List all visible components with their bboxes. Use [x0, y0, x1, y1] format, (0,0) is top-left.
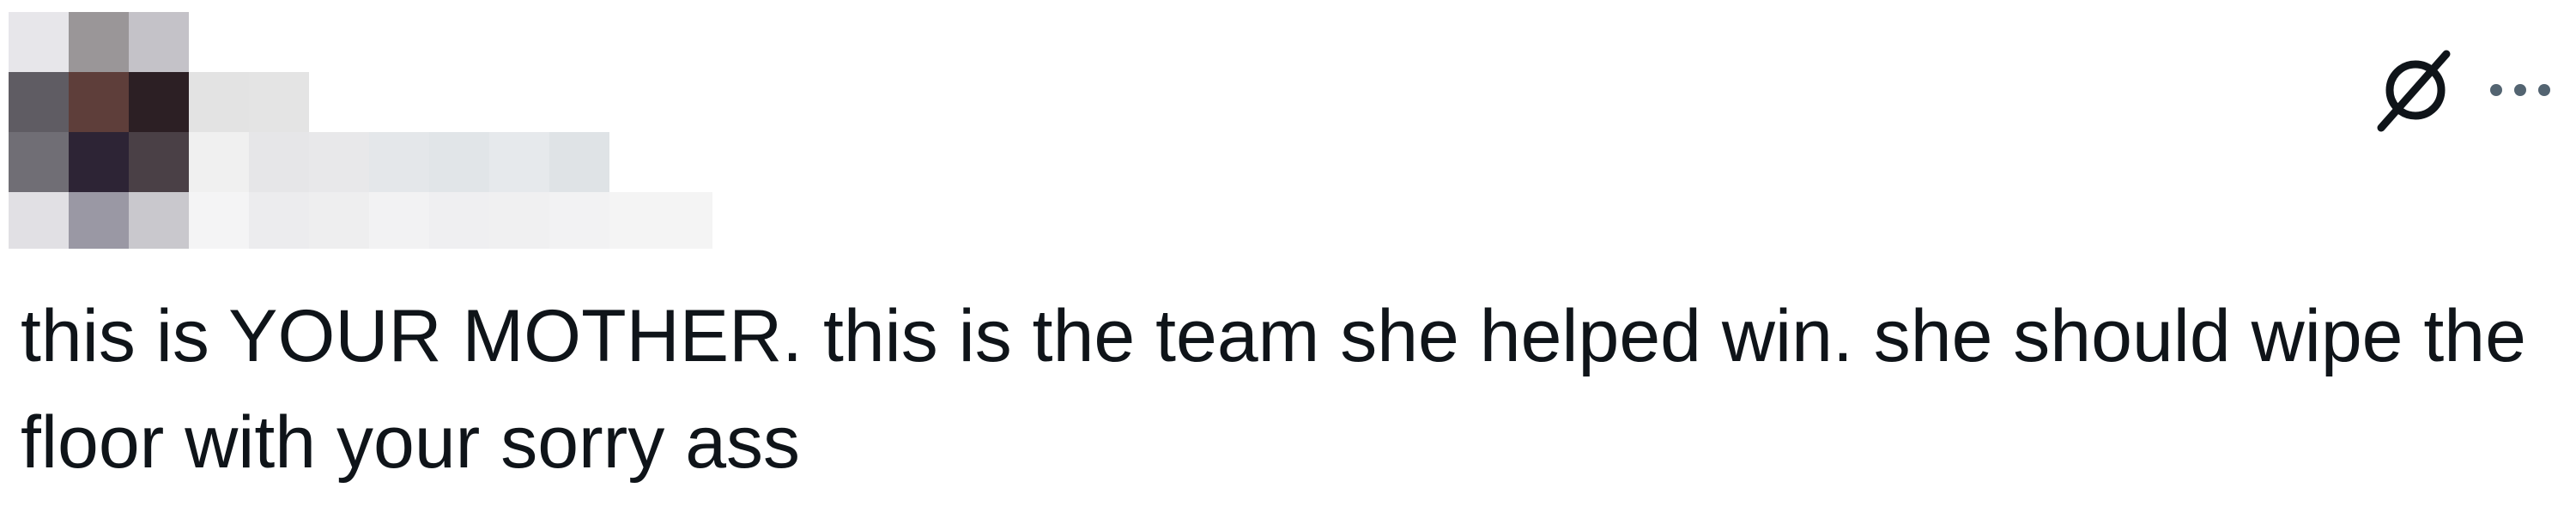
post-actions — [2368, 43, 2559, 137]
grok-button[interactable] — [2368, 43, 2463, 137]
pixelated-author-header — [9, 12, 712, 249]
more-options-button[interactable] — [2482, 43, 2559, 137]
post-card: this is YOUR MOTHER. this is the team sh… — [0, 0, 2576, 530]
grok-icon — [2377, 50, 2451, 132]
more-horizontal-icon — [2490, 84, 2550, 96]
post-text: this is YOUR MOTHER. this is the team sh… — [21, 295, 2526, 484]
